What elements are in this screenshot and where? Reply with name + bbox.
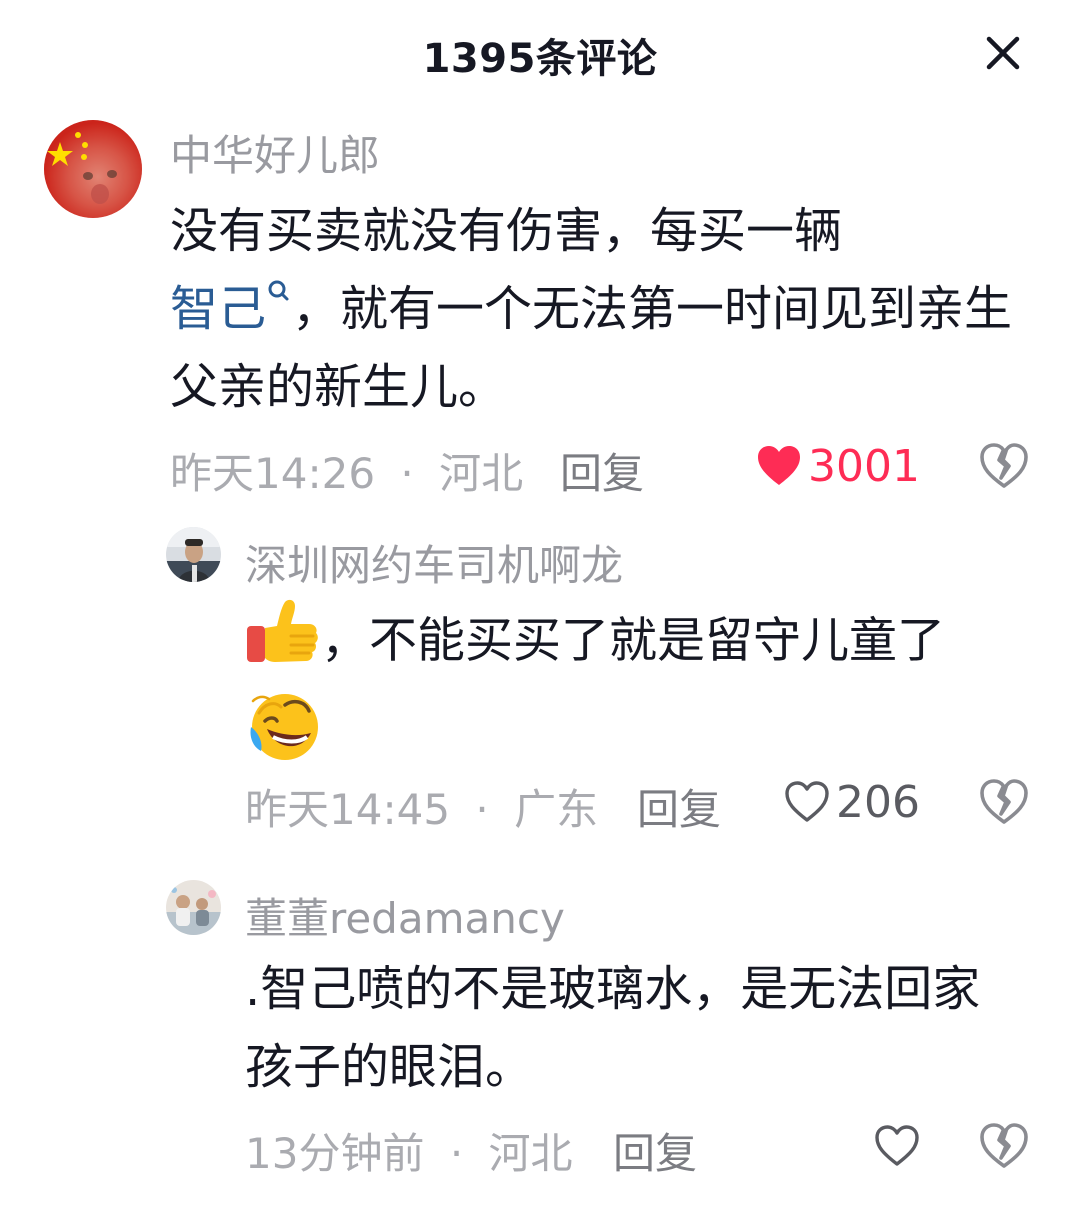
like-count: 3001 [808, 440, 920, 492]
dislike-button[interactable] [978, 440, 1030, 492]
reply-text: ，不能买买了就是留守儿童了 [245, 596, 1035, 786]
thumbs-up-emoji [245, 596, 321, 691]
avatar[interactable] [44, 120, 142, 218]
like-button[interactable]: 206 [760, 776, 920, 828]
reply-username[interactable]: 深圳网约车司机啊龙 [245, 532, 623, 593]
avatar[interactable] [166, 880, 221, 935]
broken-heart-icon [980, 1123, 1028, 1168]
dislike-button[interactable] [978, 1120, 1030, 1172]
avatar[interactable] [166, 527, 221, 582]
heart-outline-icon [785, 781, 829, 822]
close-button[interactable] [978, 28, 1028, 78]
comments-header: 1395条评论 [0, 0, 1080, 104]
meta-separator: · [449, 1129, 464, 1178]
reply-text-body: ，不能买买了就是留守儿童了 [321, 612, 946, 669]
heart-outline-icon [875, 1125, 919, 1166]
meta-separator: · [475, 785, 489, 834]
like-button[interactable]: 3001 [700, 440, 920, 492]
reply-location: 河北 [488, 1129, 573, 1178]
comment-meta: 昨天14:26 · 河北 [170, 440, 523, 501]
reply-meta: 13分钟前 · 河北 [245, 1120, 573, 1181]
reply-meta: 昨天14:45 · 广东 [245, 776, 598, 837]
search-icon [268, 280, 289, 301]
comment-location: 河北 [439, 449, 524, 498]
heart-filled-icon [758, 446, 801, 485]
broken-heart-icon [980, 779, 1028, 824]
reply-username[interactable]: 董董redamancy [245, 885, 565, 946]
comment-text: 没有买卖就没有伤害，每买一辆 智己 ，就有一个无法第一时间见到亲生父亲的新生儿。 [170, 192, 1030, 426]
dislike-button[interactable] [978, 776, 1030, 828]
like-button[interactable] [860, 1120, 920, 1172]
rolling-on-floor-laughing-emoji [245, 691, 325, 786]
topic-link[interactable]: 智己 [170, 280, 292, 337]
reply-button[interactable]: 回复 [637, 776, 721, 837]
reply-location: 广东 [514, 785, 599, 834]
reply-time: 昨天14:45 [245, 785, 451, 834]
topic-link-label: 智己 [170, 281, 267, 337]
reply-text: .智己喷的不是玻璃水，是无法回家孩子的眼泪。 [245, 961, 981, 1095]
comment-text-before-link: 没有买卖就没有伤害，每买一辆 [170, 203, 843, 259]
reply-button[interactable]: 回复 [560, 440, 644, 501]
like-count: 206 [836, 776, 920, 828]
comment-time: 昨天14:26 [170, 449, 376, 498]
comment-username[interactable]: 中华好儿郎 [170, 122, 380, 183]
broken-heart-icon [980, 443, 1028, 488]
reply-button[interactable]: 回复 [613, 1120, 697, 1181]
comment-text-after-link: ，就有一个无法第一时间见到亲生父亲的新生儿。 [170, 281, 1013, 415]
close-icon [986, 36, 1020, 70]
reply-time: 13分钟前 [245, 1129, 425, 1178]
meta-separator: · [400, 449, 414, 498]
comment-count-title: 1395条评论 [422, 36, 658, 82]
